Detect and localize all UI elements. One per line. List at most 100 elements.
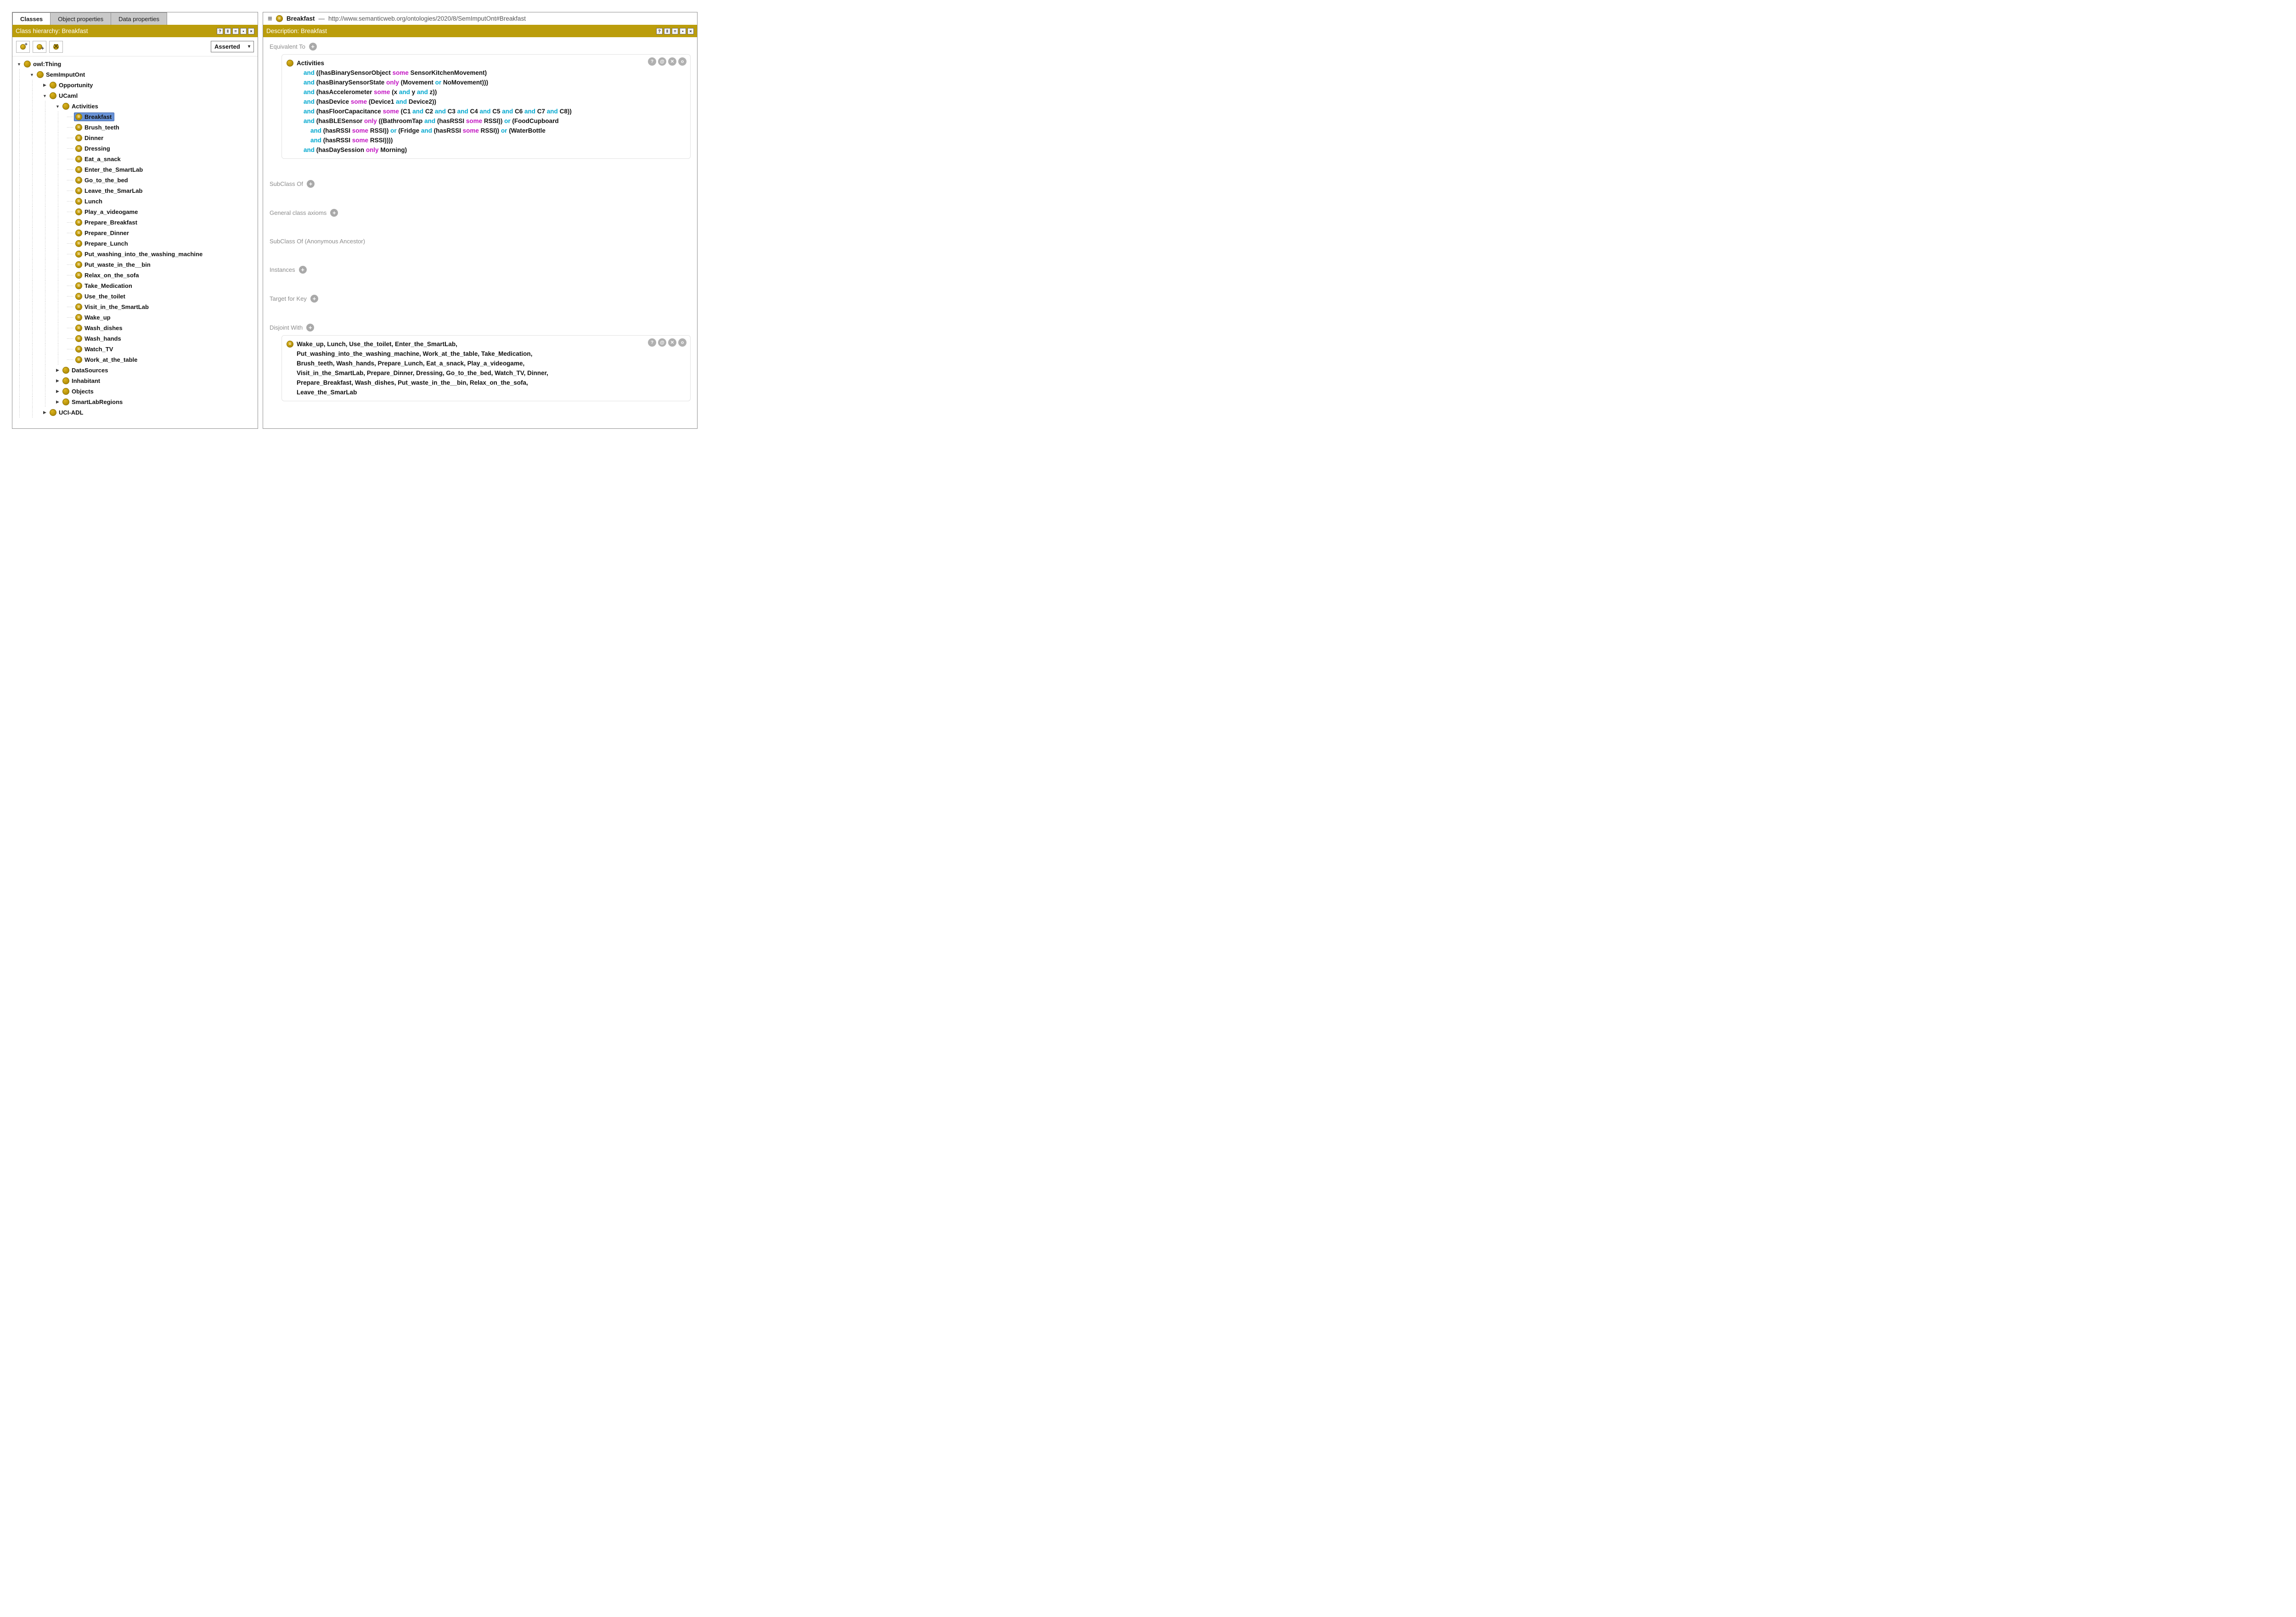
tree-node-ucaml[interactable]: ▼UCaml: [15, 90, 256, 101]
hierarchy-type-dropdown[interactable]: Asserted ▾: [211, 41, 254, 52]
panel-help-button[interactable]: ?: [217, 28, 223, 34]
tree-node-put-waste-in-the-bin[interactable]: ≡Put_waste_in_the__bin: [15, 259, 256, 270]
annotate-axiom-button[interactable]: @: [658, 338, 666, 347]
edit-axiom-button[interactable]: o: [678, 57, 687, 66]
add-subclass-button[interactable]: +: [16, 41, 30, 53]
add-sibling-class-button[interactable]: +: [33, 41, 46, 53]
tree-node-semimputont[interactable]: ▼ SemImputOnt: [15, 69, 256, 80]
tree-node-visit-in-the-smartlab[interactable]: ≡Visit_in_the_SmartLab: [15, 302, 256, 312]
tree-node-eat-a-snack[interactable]: ≡Eat_a_snack: [15, 154, 256, 164]
tree-node-enter-the-smartlab[interactable]: ≡Enter_the_SmartLab: [15, 164, 256, 175]
tree-indent-guide: [54, 302, 67, 312]
collapse-arrow-icon[interactable]: ▼: [54, 101, 62, 112]
tree-node-prepare-dinner[interactable]: ≡Prepare_Dinner: [15, 228, 256, 238]
tree-node-opportunity[interactable]: ▶Opportunity: [15, 80, 256, 90]
tree-node-objects[interactable]: ▶Objects: [15, 386, 256, 397]
tree-node-smartlabregions[interactable]: ▶SmartLabRegions: [15, 397, 256, 407]
section-label: Target for Key: [270, 295, 307, 302]
delete-axiom-button[interactable]: ✕: [668, 57, 676, 66]
tab-data-properties[interactable]: Data properties: [111, 12, 167, 25]
collapse-arrow-icon[interactable]: ▼: [15, 59, 23, 69]
explain-axiom-button[interactable]: ?: [648, 57, 656, 66]
tree-node-dinner[interactable]: ≡Dinner: [15, 133, 256, 143]
expand-arrow-icon[interactable]: ▶: [41, 407, 49, 418]
explain-axiom-button[interactable]: ?: [648, 338, 656, 347]
tree-node-breakfast[interactable]: ≡Breakfast: [15, 112, 256, 122]
add-instances-button[interactable]: +: [299, 266, 307, 274]
edit-axiom-button[interactable]: o: [678, 338, 687, 347]
class-expression-text: Wake_up, Lunch, Use_the_toilet, Enter_th…: [297, 341, 457, 348]
panel-close-button[interactable]: ×: [687, 28, 694, 34]
tree-node-take-medication[interactable]: ≡Take_Medication: [15, 281, 256, 291]
selected-class-name: Breakfast: [287, 15, 315, 22]
tree-indent-guide: [41, 238, 54, 249]
tree-node-label: Wash_dishes: [84, 325, 123, 331]
tree-node-watch-tv[interactable]: ≡Watch_TV: [15, 344, 256, 354]
expand-arrow-icon[interactable]: ▶: [54, 386, 62, 397]
panel-help-button[interactable]: ?: [656, 28, 663, 34]
tree-node-prepare-lunch[interactable]: ≡Prepare_Lunch: [15, 238, 256, 249]
tree-node-uci-adl[interactable]: ▶UCI-ADL: [15, 407, 256, 418]
tree-node-owl-thing[interactable]: ▼owl:Thing: [15, 59, 256, 69]
tree-node-relax-on-the-sofa[interactable]: ≡Relax_on_the_sofa: [15, 270, 256, 281]
tree-node-lunch[interactable]: ≡Lunch: [15, 196, 256, 207]
keyword-and-or: and: [310, 127, 321, 134]
tree-indent-guide: [28, 386, 41, 397]
tree-node-datasources[interactable]: ▶DataSources: [15, 365, 256, 376]
tab-classes[interactable]: Classes: [12, 12, 51, 25]
tree-node-activities[interactable]: ▼Activities: [15, 101, 256, 112]
tree-indent-guide: [15, 281, 28, 291]
add-target-for-key-button[interactable]: +: [310, 295, 318, 303]
tree-indent-guide: [54, 207, 67, 217]
panel-split-vertical-button[interactable]: ‖: [664, 28, 670, 34]
axiom-row[interactable]: ≡Wake_up, Lunch, Use_the_toilet, Enter_t…: [281, 335, 691, 401]
tree-node-label: Visit_in_the_SmartLab: [84, 303, 149, 310]
tree-connector: [67, 122, 74, 133]
class-expression-text: Leave_the_SmarLab: [297, 389, 357, 396]
tree-node-play-a-videogame[interactable]: ≡Play_a_videogame: [15, 207, 256, 217]
panel-split-horizontal-button[interactable]: =: [232, 28, 239, 34]
expand-arrow-icon[interactable]: ▶: [54, 376, 62, 386]
tree-node-go-to-the-bed[interactable]: ≡Go_to_the_bed: [15, 175, 256, 185]
tree-node-work-at-the-table[interactable]: ≡Work_at_the_table: [15, 354, 256, 365]
add-equivalent-to-button[interactable]: +: [309, 43, 317, 51]
tree-node-wash-dishes[interactable]: ≡Wash_dishes: [15, 323, 256, 333]
expand-arrow-icon[interactable]: ▶: [54, 365, 62, 376]
expand-arrow-icon[interactable]: ▶: [54, 397, 62, 407]
collapse-arrow-icon[interactable]: ▼: [28, 69, 36, 80]
class-expression-text: (hasRSSI: [321, 137, 352, 144]
add-subclass-of-button[interactable]: +: [307, 180, 315, 188]
tree-node-brush-teeth[interactable]: ≡Brush_teeth: [15, 122, 256, 133]
tree-node-inhabitant[interactable]: ▶Inhabitant: [15, 376, 256, 386]
collapse-arrow-icon[interactable]: ▼: [41, 90, 49, 101]
expand-arrow-icon[interactable]: ▶: [41, 80, 49, 90]
tree-node-dressing[interactable]: ≡Dressing: [15, 143, 256, 154]
tree-node-leave-the-smarlab[interactable]: ≡Leave_the_SmarLab: [15, 185, 256, 196]
panel-float-button[interactable]: ▪: [680, 28, 686, 34]
tree-indent-guide: [41, 354, 54, 365]
class-expression-text: (WaterBottle: [507, 127, 546, 134]
tree-node-wash-hands[interactable]: ≡Wash_hands: [15, 333, 256, 344]
tree-connector: [67, 344, 74, 354]
tree-node-prepare-breakfast[interactable]: ≡Prepare_Breakfast: [15, 217, 256, 228]
tree-indent-guide: [41, 164, 54, 175]
menu-icon[interactable]: ≡: [268, 15, 272, 22]
delete-class-button[interactable]: ✕: [49, 41, 63, 53]
add-general-class-axioms-button[interactable]: +: [330, 209, 338, 217]
panel-close-button[interactable]: ×: [248, 28, 254, 34]
tab-object-properties[interactable]: Object properties: [50, 12, 111, 25]
delete-axiom-button[interactable]: ✕: [668, 338, 676, 347]
panel-split-vertical-button[interactable]: ‖: [225, 28, 231, 34]
panel-float-button[interactable]: ▪: [240, 28, 247, 34]
tree-node-put-washing-into-the-washing-machine[interactable]: ≡Put_washing_into_the_washing_machine: [15, 249, 256, 259]
axiom-row[interactable]: Activitiesand ((hasBinarySensorObject so…: [281, 54, 691, 159]
tree-node-wake-up[interactable]: ≡Wake_up: [15, 312, 256, 323]
panel-split-horizontal-button[interactable]: =: [672, 28, 678, 34]
class-expression-text: Put_washing_into_the_washing_machine, Wo…: [297, 350, 532, 357]
tree-node-use-the-toilet[interactable]: ≡Use_the_toilet: [15, 291, 256, 302]
add-disjoint-with-button[interactable]: +: [306, 324, 314, 331]
tree-node-label: SemImputOnt: [46, 71, 85, 78]
class-icon: [62, 399, 69, 405]
equivalent-class-icon: ≡: [75, 356, 82, 363]
annotate-axiom-button[interactable]: @: [658, 57, 666, 66]
